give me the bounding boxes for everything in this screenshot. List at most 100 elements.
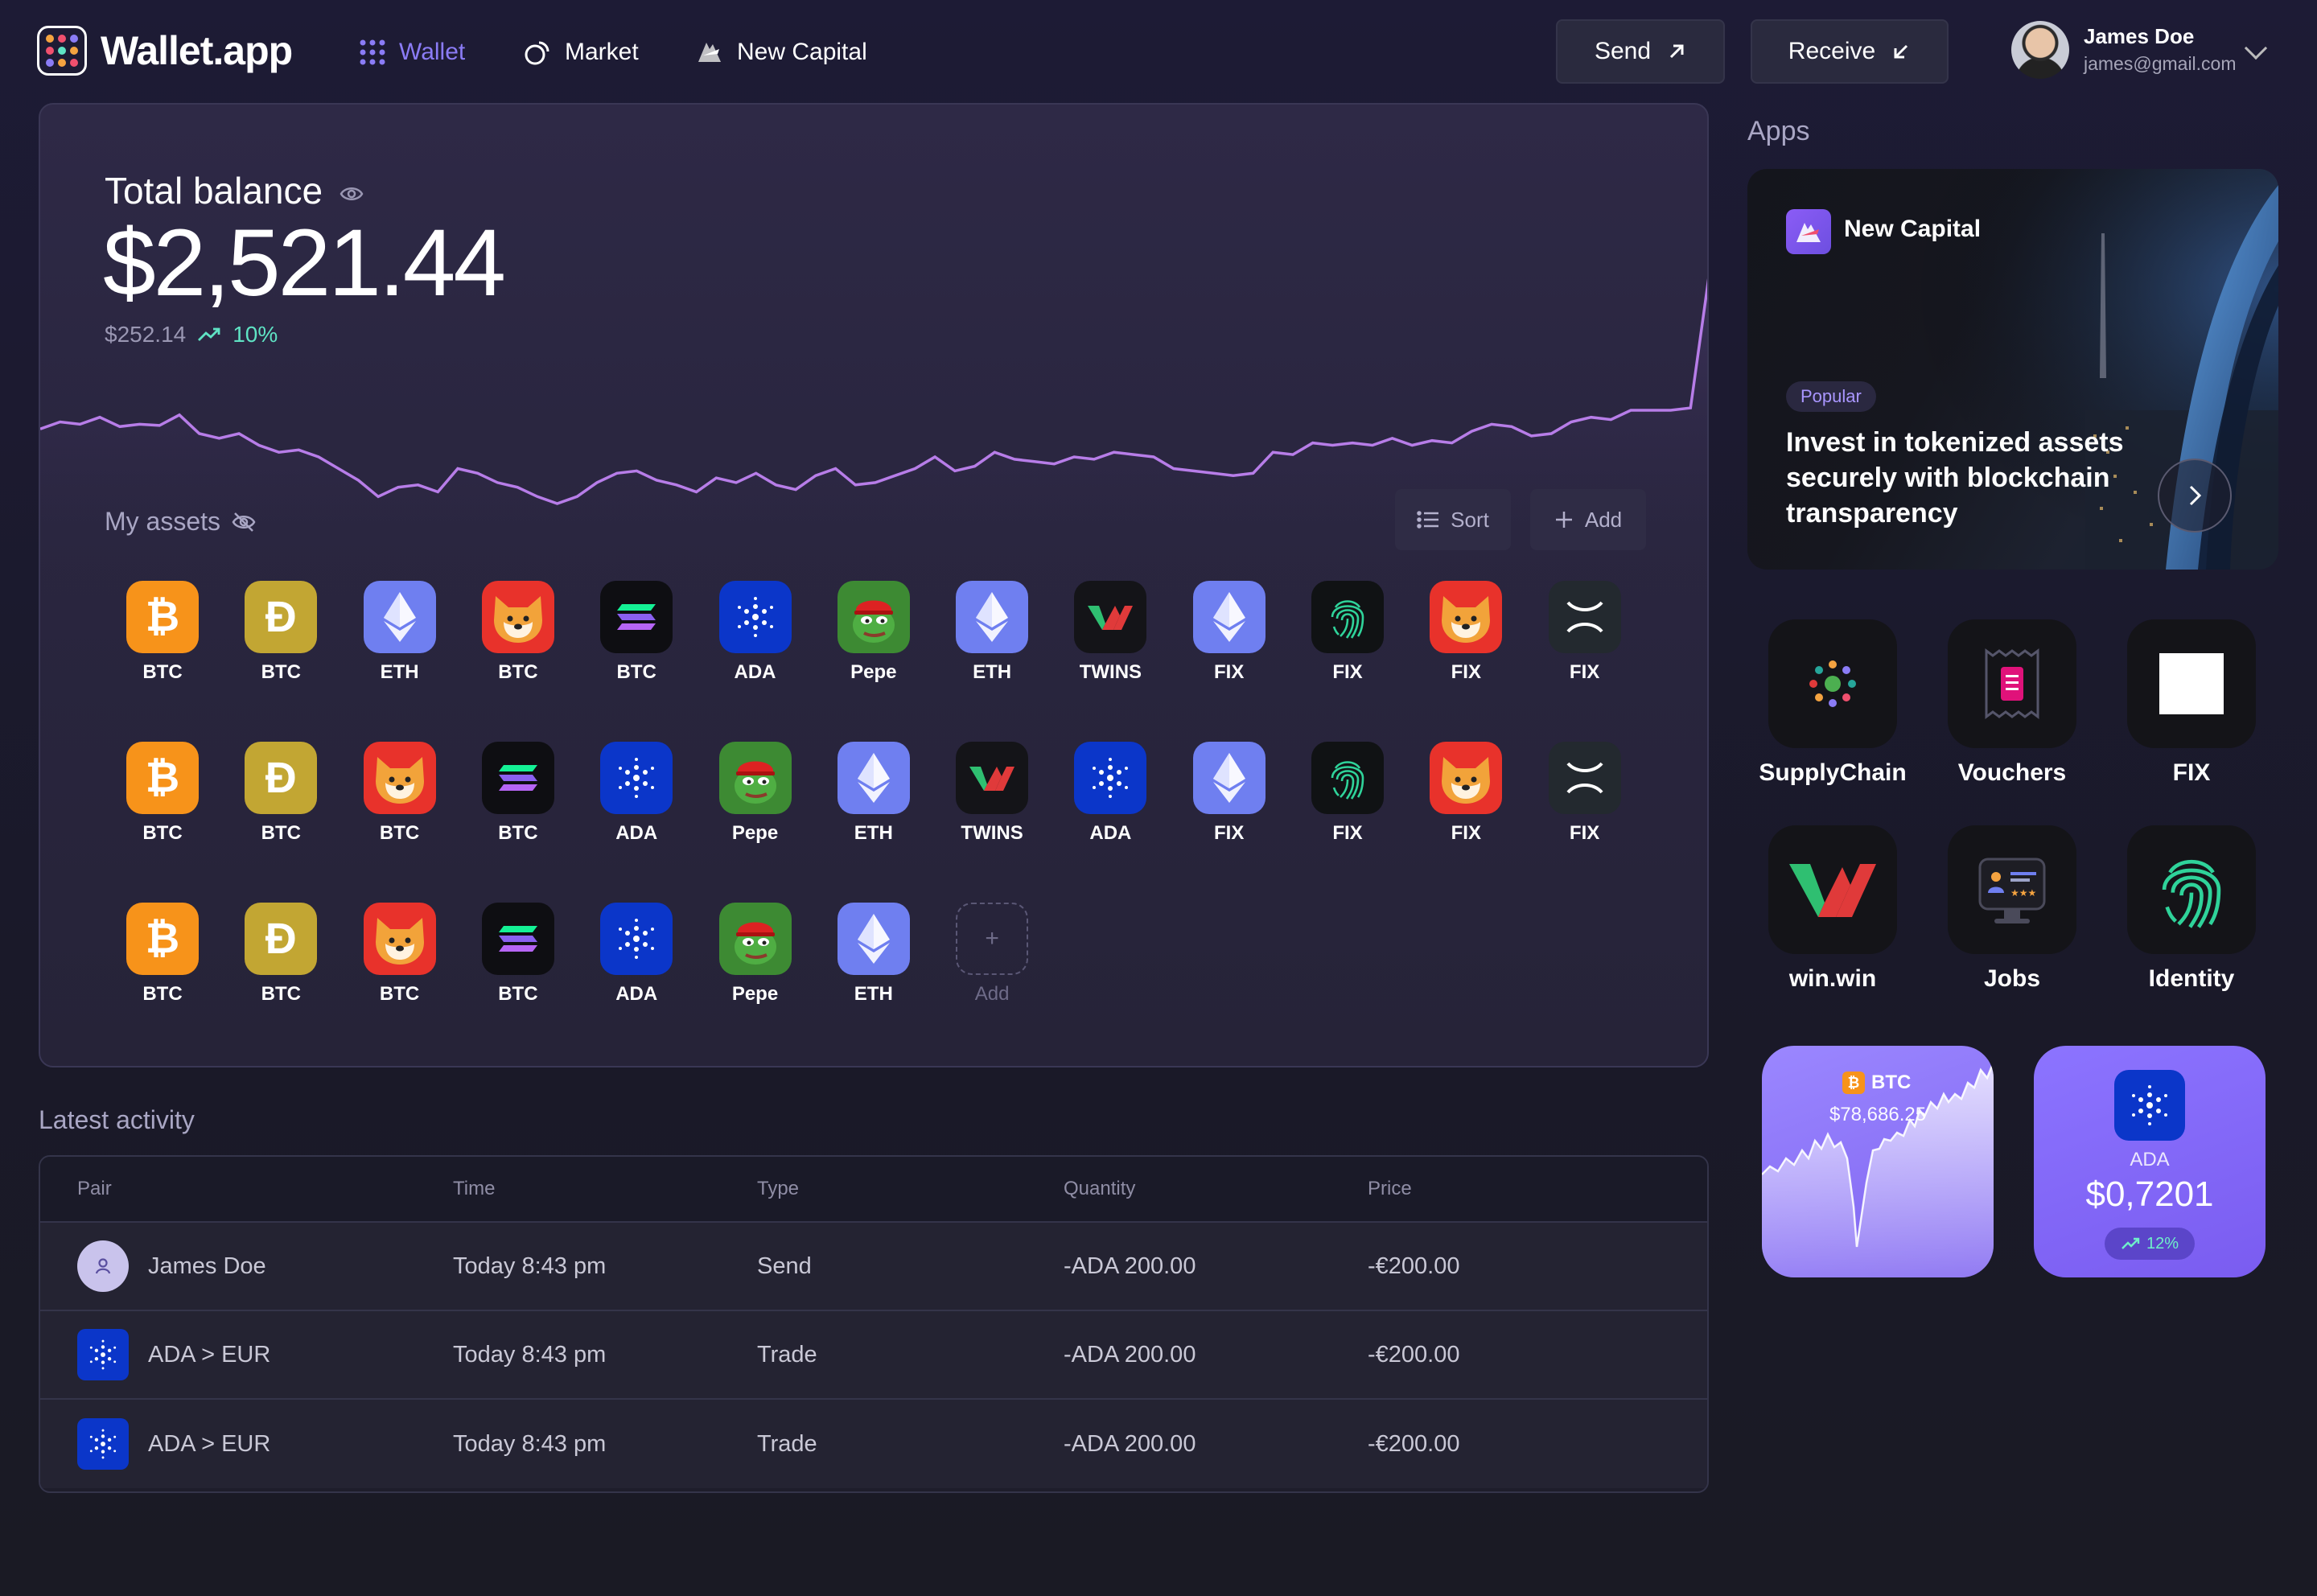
col-quantity[interactable]: Quantity	[1064, 1178, 1135, 1200]
bitcoin-icon: ₿	[1842, 1072, 1865, 1094]
fingerprint-icon	[1311, 581, 1384, 653]
avatar[interactable]	[2011, 21, 2069, 79]
asset-tile[interactable]: ETH	[944, 581, 1040, 684]
asset-label: FIX	[1569, 661, 1600, 683]
table-row[interactable]: ADA > EUR Today 8:43 pm Trade -ADA 200.0…	[40, 1311, 1707, 1400]
app-tile[interactable]: ★★★ Jobs	[1932, 825, 2093, 993]
asset-tile[interactable]: Ð BTC	[233, 742, 329, 845]
arrow-up-right-icon	[1669, 44, 1684, 59]
table-row[interactable]: ADA > EUR Today 8:43 pm Trade -ADA 200.0…	[40, 1400, 1707, 1488]
asset-tile[interactable]: TWINS	[1062, 581, 1158, 684]
add-asset-tile[interactable]: + Add	[944, 903, 1040, 1006]
table-row[interactable]: James Doe Today 8:43 pm Send -ADA 200.00…	[40, 1223, 1707, 1311]
total-balance-label: Total balance	[105, 169, 364, 212]
my-assets-label: My assets	[105, 507, 221, 536]
app-label: Identity	[2148, 965, 2235, 992]
asset-label: ETH	[854, 983, 893, 1005]
asset-tile[interactable]: ADA	[588, 742, 685, 845]
asset-tile[interactable]: ADA	[707, 581, 804, 684]
asset-tile[interactable]: FIX	[1181, 581, 1278, 684]
col-price[interactable]: Price	[1368, 1178, 1412, 1200]
col-pair[interactable]: Pair	[77, 1178, 112, 1200]
promo-title: New Capital	[1844, 216, 1982, 242]
asset-tile[interactable]: Pepe	[707, 903, 804, 1006]
nav-wallet[interactable]: Wallet	[359, 32, 465, 72]
brand-logo-icon[interactable]	[37, 26, 87, 76]
activity-table: Pair Time Type Quantity Price James Doe …	[39, 1155, 1709, 1493]
asset-tile[interactable]: Ð BTC	[233, 903, 329, 1006]
asset-tile[interactable]: BTC	[470, 581, 566, 684]
btc-widget[interactable]: ₿ BTC $78,686.25	[1762, 1046, 1994, 1277]
list-icon	[1417, 511, 1439, 529]
asset-tile[interactable]: FIX	[1299, 581, 1396, 684]
asset-tile[interactable]: BTC	[470, 742, 566, 845]
asset-tile[interactable]: ETH	[825, 903, 922, 1006]
asset-label: BTC	[379, 983, 420, 1005]
receive-button[interactable]: Receive	[1751, 19, 1949, 84]
asset-label: BTC	[261, 661, 301, 683]
asset-tile[interactable]: ETH	[352, 581, 448, 684]
asset-tile[interactable]: BTC	[588, 581, 685, 684]
asset-tile[interactable]: FIX	[1537, 742, 1633, 845]
chevron-right-icon	[2189, 485, 2202, 506]
ethereum-icon	[1192, 742, 1266, 814]
brand-name[interactable]: Wallet.app	[101, 26, 293, 76]
asset-label: BTC	[142, 822, 183, 844]
asset-tile[interactable]: ETH	[825, 742, 922, 845]
send-button[interactable]: Send	[1556, 19, 1725, 84]
xrp-icon	[1548, 742, 1621, 814]
asset-tile[interactable]: BTC	[470, 903, 566, 1006]
asset-tile[interactable]: BTC	[352, 903, 448, 1006]
asset-tile[interactable]: Ð BTC	[233, 581, 329, 684]
asset-tile[interactable]: FIX	[1299, 742, 1396, 845]
eye-icon[interactable]	[340, 185, 364, 203]
asset-tile[interactable]: ₿ BTC	[114, 903, 211, 1006]
chevron-down-icon[interactable]	[2244, 36, 2268, 60]
nav-market[interactable]: Market	[523, 32, 639, 72]
add-label: Add	[1584, 507, 1623, 532]
supplychain-icon	[1768, 619, 1897, 748]
asset-label: ETH	[380, 661, 419, 683]
asset-tile[interactable]: FIX	[1537, 581, 1633, 684]
table-header: Pair Time Type Quantity Price	[40, 1157, 1707, 1223]
asset-tile[interactable]: ₿ BTC	[114, 581, 211, 684]
asset-label: ADA	[615, 983, 658, 1005]
promo-card[interactable]: New Capital Popular Invest in tokenized …	[1747, 169, 2278, 570]
plus-icon	[1555, 512, 1572, 528]
jobs-icon: ★★★	[1948, 825, 2076, 954]
asset-tile[interactable]: FIX	[1418, 581, 1514, 684]
asset-tile[interactable]: ADA	[588, 903, 685, 1006]
app-tile[interactable]: FIX	[2111, 619, 2272, 787]
add-asset-button[interactable]: Add	[1530, 489, 1646, 550]
app-tile[interactable]: win.win	[1752, 825, 1913, 993]
asset-tile[interactable]: FIX	[1418, 742, 1514, 845]
asset-tile[interactable]: FIX	[1181, 742, 1278, 845]
grid-dots-icon	[360, 39, 385, 65]
shiba-icon	[363, 742, 436, 814]
cardano-icon	[1074, 742, 1147, 814]
asset-label: Pepe	[731, 822, 779, 844]
eye-off-icon[interactable]	[232, 512, 256, 533]
promo-next-button[interactable]	[2158, 459, 2232, 533]
market-icon	[525, 41, 549, 65]
col-type[interactable]: Type	[757, 1178, 799, 1200]
app-tile[interactable]: SupplyChain	[1752, 619, 1913, 787]
col-time[interactable]: Time	[453, 1178, 495, 1200]
sort-button[interactable]: Sort	[1395, 489, 1511, 550]
app-tile[interactable]: Vouchers	[1932, 619, 2093, 787]
send-label: Send	[1594, 38, 1652, 64]
cardano-icon	[77, 1329, 129, 1380]
asset-tile[interactable]: Pepe	[825, 581, 922, 684]
app-tile[interactable]: Identity	[2111, 825, 2272, 993]
nav-new-capital[interactable]: New Capital	[695, 32, 867, 72]
asset-tile[interactable]: ADA	[1062, 742, 1158, 845]
asset-label: FIX	[1214, 822, 1245, 844]
receive-label: Receive	[1788, 38, 1876, 64]
asset-tile[interactable]: Pepe	[707, 742, 804, 845]
ada-widget[interactable]: ADA $0,7201 12%	[2034, 1046, 2266, 1277]
asset-tile[interactable]: ₿ BTC	[114, 742, 211, 845]
asset-tile[interactable]: BTC	[352, 742, 448, 845]
user-name: James Doe	[2084, 24, 2195, 48]
asset-tile[interactable]: TWINS	[944, 742, 1040, 845]
asset-label: Pepe	[731, 983, 779, 1005]
